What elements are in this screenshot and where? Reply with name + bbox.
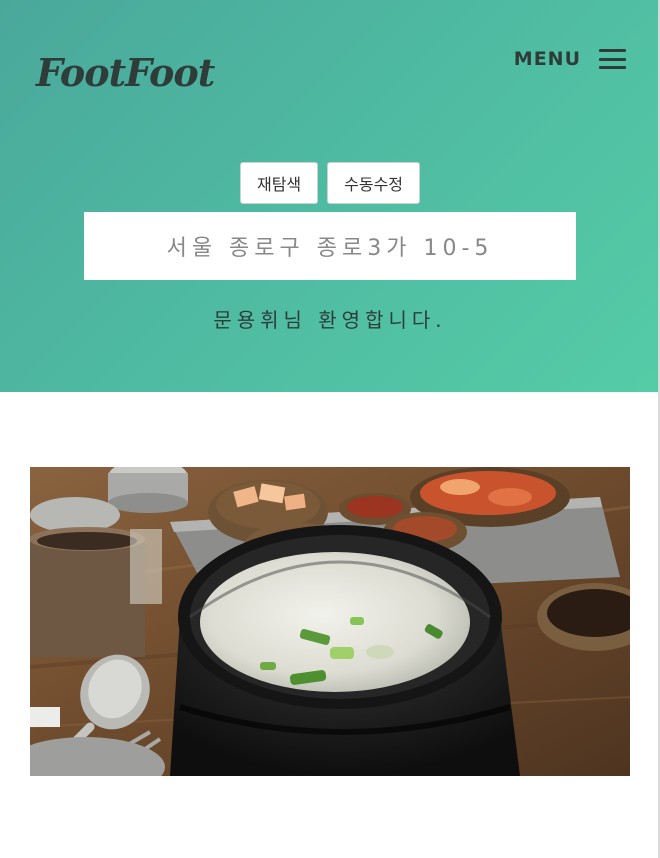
action-buttons: 재탐색 수동수정 (0, 162, 658, 204)
page: FootFoot MENU 재탐색 수동수정 문용휘님 환영합니다. (0, 0, 660, 858)
menu-label: MENU (513, 48, 581, 70)
welcome-message: 문용휘님 환영합니다. (213, 308, 447, 332)
address-field-container (84, 211, 576, 281)
menu-button[interactable]: MENU (514, 48, 626, 70)
app-logo[interactable]: FootFoot (36, 50, 215, 95)
hero-banner: FootFoot MENU 재탐색 수동수정 문용휘님 환영합니다. (0, 0, 658, 392)
manual-edit-button[interactable]: 수동수정 (327, 162, 421, 204)
soup-image (30, 467, 630, 776)
hamburger-icon (599, 49, 626, 69)
rescan-button[interactable]: 재탐색 (239, 162, 319, 204)
food-photo (30, 467, 630, 776)
address-input[interactable] (84, 211, 576, 281)
